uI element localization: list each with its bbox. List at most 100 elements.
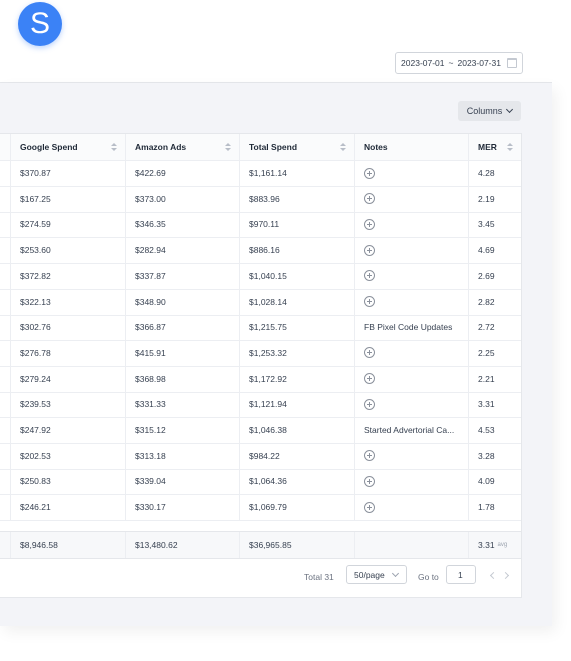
cell-notes[interactable]: Started Advertorial Ca...	[355, 417, 469, 443]
cell-amazon-ads: $373.00	[126, 185, 240, 212]
cell-notes[interactable]	[355, 468, 469, 495]
cell-total-spend: $1,064.36	[240, 468, 355, 495]
table-summary-row: $8,946.58 $13,480.62 $36,965.85 3.31 avg	[0, 531, 521, 559]
column-header-mer[interactable]: MER	[469, 134, 521, 160]
cell-notes[interactable]	[355, 391, 469, 418]
column-header-label: Total Spend	[249, 142, 298, 152]
table-row: $246.21 $330.17 $1,069.79 1.78	[0, 494, 521, 522]
chevron-down-icon	[506, 105, 514, 114]
cell-notes[interactable]	[355, 339, 469, 366]
table-row: $202.53 $313.18 $984.22 3.28	[0, 442, 521, 470]
row-leading-cell	[0, 262, 11, 289]
cell-google-spend: $279.24	[11, 365, 126, 392]
goto-page-value: 1	[458, 569, 463, 580]
column-header-notes: Notes	[355, 134, 469, 160]
add-note-icon[interactable]	[364, 270, 375, 282]
add-note-icon[interactable]	[364, 475, 375, 487]
column-header-label: Notes	[364, 142, 388, 152]
summary-total-spend: $36,965.85	[240, 532, 355, 558]
cell-notes[interactable]	[355, 442, 469, 469]
note-text: FB Pixel Code Updates	[364, 322, 453, 333]
table-row: $167.25 $373.00 $883.96 2.19	[0, 185, 521, 213]
column-header-total-spend[interactable]: Total Spend	[240, 134, 355, 160]
add-note-icon[interactable]	[364, 244, 375, 256]
cell-notes[interactable]	[355, 365, 469, 392]
cell-mer: 3.31	[478, 399, 495, 410]
row-leading-cell	[0, 468, 11, 495]
cell-amazon-ads: $368.98	[126, 365, 240, 392]
row-leading-cell	[0, 185, 11, 212]
cell-amazon-ads: $282.94	[126, 237, 240, 264]
columns-button-label: Columns	[466, 106, 503, 116]
cell-notes[interactable]	[355, 494, 469, 521]
summary-cell	[0, 532, 11, 558]
cell-total-spend: $1,161.14	[240, 160, 355, 186]
prev-page-icon[interactable]	[489, 571, 498, 580]
row-leading-cell	[0, 417, 11, 443]
cell-total-spend: $1,028.14	[240, 288, 355, 315]
cell-notes[interactable]	[355, 288, 469, 315]
sort-icon[interactable]	[225, 143, 231, 151]
cell-notes[interactable]	[355, 237, 469, 264]
table-row: $302.76 $366.87 $1,215.75 FB Pixel Code Upd…	[0, 314, 521, 342]
logo-letter: S	[29, 7, 50, 40]
sort-icon[interactable]	[340, 143, 346, 151]
add-note-icon[interactable]	[364, 501, 375, 513]
cell-total-spend: $1,040.15	[240, 262, 355, 289]
columns-button[interactable]: Columns	[458, 101, 521, 121]
row-leading-cell	[0, 391, 11, 418]
add-note-icon[interactable]	[364, 450, 375, 462]
column-header-label: Amazon Ads	[135, 142, 187, 152]
cell-notes[interactable]	[355, 160, 469, 186]
sort-icon[interactable]	[111, 143, 117, 151]
cell-total-spend: $1,253.32	[240, 339, 355, 366]
next-page-icon[interactable]	[501, 571, 510, 580]
column-header-amazon-ads[interactable]: Amazon Ads	[126, 134, 240, 160]
sort-icon[interactable]	[507, 143, 513, 151]
date-range-picker[interactable]: 2023-07-01 ~ 2023-07-31	[395, 52, 523, 74]
add-note-icon[interactable]	[364, 167, 375, 179]
cell-total-spend: $1,069.79	[240, 494, 355, 521]
add-note-icon[interactable]	[364, 296, 375, 307]
cell-google-spend: $247.92	[11, 417, 126, 443]
goto-page-input[interactable]: 1	[446, 565, 476, 584]
cell-notes[interactable]	[355, 262, 469, 289]
table-row: $247.92 $315.12 $1,046.38 Started Advertori…	[0, 417, 521, 444]
cell-notes[interactable]	[355, 211, 469, 238]
row-leading-cell	[0, 339, 11, 366]
cell-mer: 3.45	[478, 219, 495, 230]
summary-mer-value: 3.31	[478, 540, 495, 550]
cell-total-spend: $1,121.94	[240, 391, 355, 418]
cell-google-spend: $253.60	[11, 237, 126, 264]
cell-notes[interactable]: FB Pixel Code Updates	[355, 314, 469, 341]
row-leading-cell	[0, 494, 11, 521]
row-leading-cell	[0, 365, 11, 392]
cell-mer: 4.28	[478, 168, 495, 178]
summary-mer: 3.31 avg	[469, 532, 521, 558]
column-header-google-spend[interactable]: Google Spend	[11, 134, 126, 160]
add-note-icon[interactable]	[364, 373, 375, 385]
pagination: Total 31 50/page Go to 1	[0, 562, 521, 592]
table-row: $239.53 $331.33 $1,121.94 3.31	[0, 391, 521, 419]
add-note-icon[interactable]	[364, 218, 375, 230]
cell-mer: 2.69	[478, 270, 495, 281]
app-logo[interactable]: S	[18, 2, 62, 46]
page-size-select[interactable]: 50/page	[346, 565, 407, 584]
row-leading-cell	[0, 160, 11, 186]
cell-mer: 2.21	[478, 373, 495, 384]
cell-notes[interactable]	[355, 185, 469, 212]
chevron-down-icon	[391, 569, 399, 577]
add-note-icon[interactable]	[364, 193, 375, 205]
cell-google-spend: $239.53	[11, 391, 126, 418]
table-row: $322.13 $348.90 $1,028.14 2.82	[0, 288, 521, 316]
column-header-label: Google Spend	[20, 142, 78, 152]
cell-total-spend: $883.96	[240, 185, 355, 212]
add-note-icon[interactable]	[364, 398, 375, 410]
table-row: $370.87 $422.69 $1,161.14 4.28	[0, 160, 521, 187]
table-row: $372.82 $337.87 $1,040.15 2.69	[0, 262, 521, 290]
cell-amazon-ads: $339.04	[126, 468, 240, 495]
cell-amazon-ads: $315.12	[126, 417, 240, 443]
cell-total-spend: $1,172.92	[240, 365, 355, 392]
cell-total-spend: $1,046.38	[240, 417, 355, 443]
add-note-icon[interactable]	[364, 347, 375, 359]
